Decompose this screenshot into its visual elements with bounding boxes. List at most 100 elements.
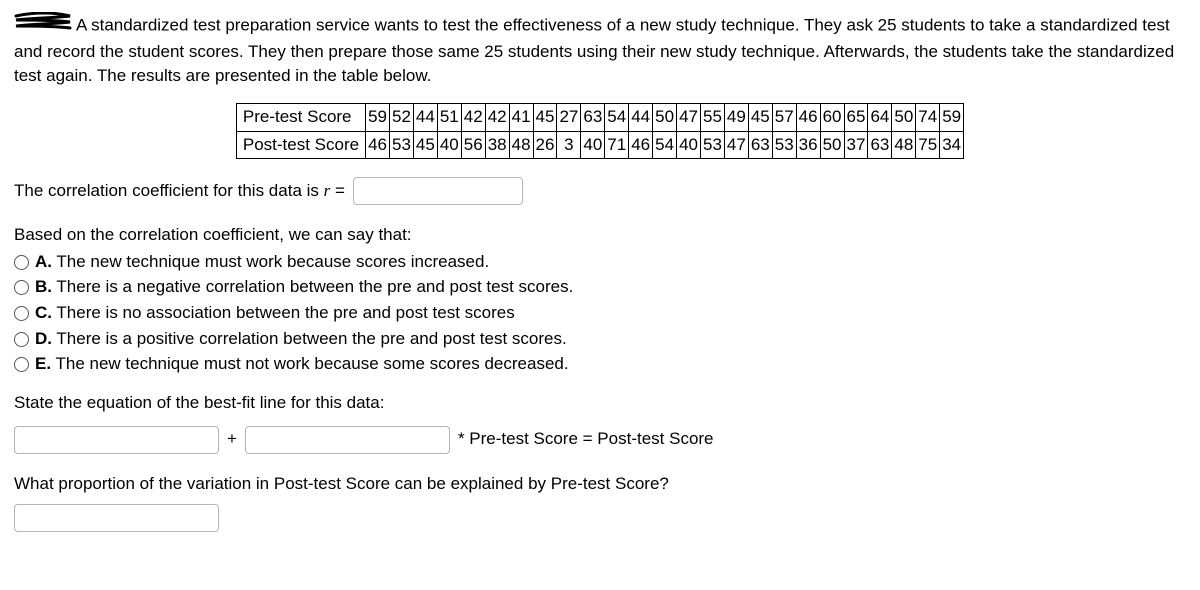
cell: 45 [748, 103, 772, 131]
cell: 46 [796, 103, 820, 131]
cell: 55 [700, 103, 724, 131]
cell: 75 [916, 131, 940, 159]
cell: 52 [390, 103, 414, 131]
cell: 41 [509, 103, 533, 131]
row-label: Pre-test Score [236, 103, 365, 131]
slope-input[interactable] [245, 426, 450, 454]
option-label: A. The new technique must work because s… [35, 250, 489, 275]
cell: 54 [605, 103, 629, 131]
cell: 37 [844, 131, 868, 159]
cell: 45 [533, 103, 557, 131]
table-row: Pre-test Score 59 52 44 51 42 42 41 45 2… [236, 103, 963, 131]
cell: 27 [557, 103, 581, 131]
correlation-line: The correlation coefficient for this dat… [14, 177, 1186, 205]
cell: 54 [653, 131, 677, 159]
option-b[interactable]: B. There is a negative correlation betwe… [14, 275, 1186, 300]
mc-prompt: Based on the correlation coefficient, we… [14, 223, 1186, 248]
cell: 46 [366, 131, 390, 159]
option-text: The new technique must not work because … [51, 354, 569, 373]
data-table: Pre-test Score 59 52 44 51 42 42 41 45 2… [236, 103, 964, 159]
option-text: There is no association between the pre … [52, 303, 515, 322]
option-d[interactable]: D. There is a positive correlation betwe… [14, 327, 1186, 352]
cell: 60 [820, 103, 844, 131]
option-letter: B. [35, 277, 52, 296]
option-label: E. The new technique must not work becau… [35, 352, 569, 377]
cell: 47 [677, 103, 701, 131]
option-text: There is a negative correlation between … [52, 277, 573, 296]
cell: 3 [557, 131, 581, 159]
option-label: D. There is a positive correlation betwe… [35, 327, 567, 352]
radio-icon [14, 306, 29, 321]
cell: 42 [461, 103, 485, 131]
question-intro: A standardized test preparation service … [14, 12, 1186, 89]
corr-prefix: The correlation coefficient for this dat… [14, 181, 324, 200]
intercept-input[interactable] [14, 426, 219, 454]
radio-icon [14, 280, 29, 295]
cell: 44 [413, 103, 437, 131]
option-letter: E. [35, 354, 51, 373]
cell: 40 [677, 131, 701, 159]
intro-text: A standardized test preparation service … [14, 15, 1174, 85]
cell: 56 [461, 131, 485, 159]
cell: 36 [796, 131, 820, 159]
equation-line: + * Pre-test Score = Post-test Score [14, 426, 1186, 454]
cell: 51 [437, 103, 461, 131]
cell: 44 [629, 103, 653, 131]
cell: 63 [748, 131, 772, 159]
multiple-choice-block: Based on the correlation coefficient, we… [14, 223, 1186, 377]
cell: 53 [772, 131, 796, 159]
option-label: B. There is a negative correlation betwe… [35, 275, 573, 300]
cell: 48 [892, 131, 916, 159]
option-text: The new technique must work because scor… [52, 252, 489, 271]
cell: 48 [509, 131, 533, 159]
row-label: Post-test Score [236, 131, 365, 159]
option-letter: D. [35, 329, 52, 348]
option-c[interactable]: C. There is no association between the p… [14, 301, 1186, 326]
cell: 50 [653, 103, 677, 131]
table-row: Post-test Score 46 53 45 40 56 38 48 26 … [236, 131, 963, 159]
cell: 49 [724, 103, 748, 131]
cell: 26 [533, 131, 557, 159]
cell: 40 [581, 131, 605, 159]
cell: 40 [437, 131, 461, 159]
cell: 63 [868, 131, 892, 159]
radio-icon [14, 332, 29, 347]
cell: 59 [940, 103, 964, 131]
option-text: There is a positive correlation between … [52, 329, 567, 348]
proportion-prompt: What proportion of the variation in Post… [14, 472, 1186, 497]
radio-icon [14, 357, 29, 372]
cell: 63 [581, 103, 605, 131]
cell: 65 [844, 103, 868, 131]
cell: 45 [413, 131, 437, 159]
cell: 50 [820, 131, 844, 159]
data-table-wrap: Pre-test Score 59 52 44 51 42 42 41 45 2… [14, 103, 1186, 159]
cell: 42 [485, 103, 509, 131]
cell: 38 [485, 131, 509, 159]
option-a[interactable]: A. The new technique must work because s… [14, 250, 1186, 275]
cell: 64 [868, 103, 892, 131]
plus-sign: + [227, 427, 237, 452]
cell: 46 [629, 131, 653, 159]
cell: 53 [390, 131, 414, 159]
correlation-label: The correlation coefficient for this dat… [14, 179, 345, 204]
cell: 57 [772, 103, 796, 131]
option-letter: C. [35, 303, 52, 322]
equation-suffix: * Pre-test Score = Post-test Score [458, 427, 714, 452]
cell: 74 [916, 103, 940, 131]
option-letter: A. [35, 252, 52, 271]
radio-icon [14, 255, 29, 270]
cell: 71 [605, 131, 629, 159]
cell: 34 [940, 131, 964, 159]
cell: 50 [892, 103, 916, 131]
proportion-input[interactable] [14, 504, 219, 532]
option-e[interactable]: E. The new technique must not work becau… [14, 352, 1186, 377]
correlation-input[interactable] [353, 177, 523, 205]
proportion-block: What proportion of the variation in Post… [14, 472, 1186, 533]
cell: 53 [700, 131, 724, 159]
option-label: C. There is no association between the p… [35, 301, 515, 326]
bestfit-prompt: State the equation of the best-fit line … [14, 391, 1186, 416]
equals: = [330, 181, 345, 200]
cell: 59 [366, 103, 390, 131]
redaction-mark [14, 12, 72, 40]
cell: 47 [724, 131, 748, 159]
